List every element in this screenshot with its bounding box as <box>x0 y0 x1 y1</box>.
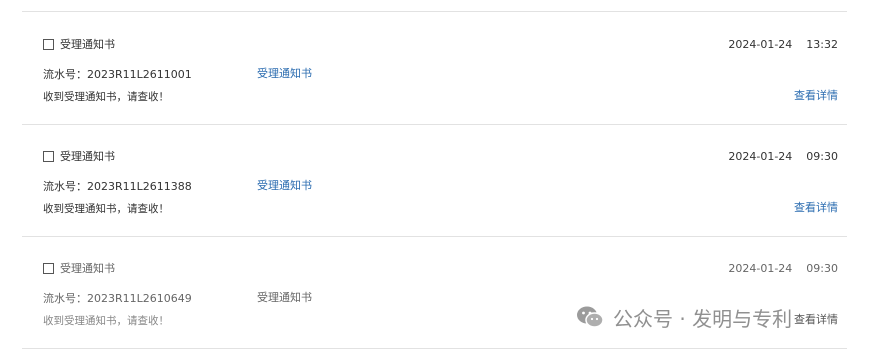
item-header: 受理通知书 <box>43 36 115 52</box>
notice-date: 2024-01-24 <box>728 150 793 163</box>
serial-label: 流水号： <box>43 68 87 81</box>
notice-title: 受理通知书 <box>60 38 115 51</box>
serial-label: 流水号： <box>43 180 87 193</box>
view-details-link[interactable]: 查看详情 <box>794 87 838 103</box>
notice-datetime: 2024-01-24 09:30 <box>728 150 838 163</box>
notice-title: 受理通知书 <box>60 262 115 275</box>
wechat-icon <box>577 306 604 328</box>
select-checkbox[interactable] <box>43 150 54 162</box>
notice-time: 09:30 <box>806 150 838 163</box>
notice-type-link[interactable]: 受理通知书 <box>257 65 312 81</box>
notice-datetime: 2024-01-24 09:30 <box>728 262 838 275</box>
view-details-link[interactable]: 查看详情 <box>794 199 838 215</box>
serial-row: 流水号：2023R11L2611388 <box>43 175 192 194</box>
serial-row: 流水号：2023R11L2611001 <box>43 63 192 82</box>
notice-message: 收到受理通知书，请查收！ <box>43 91 169 103</box>
list-item: 受理通知书 2024-01-24 13:32 流水号：2023R11L26110… <box>22 12 847 124</box>
select-checkbox[interactable] <box>43 262 54 274</box>
serial-label: 流水号： <box>43 292 87 305</box>
divider <box>22 348 847 349</box>
watermark-text: 公众号 · 发明与专利 <box>613 306 793 331</box>
notice-type-link[interactable]: 受理通知书 <box>257 177 312 193</box>
serial-number: 2023R11L2611388 <box>87 180 192 193</box>
notice-datetime: 2024-01-24 13:32 <box>728 38 838 51</box>
notice-date: 2024-01-24 <box>728 38 793 51</box>
notice-date: 2024-01-24 <box>728 262 793 275</box>
watermark: 公众号 · 发明与专利 <box>575 302 792 332</box>
serial-number: 2023R11L2610649 <box>87 292 192 305</box>
list-item: 受理通知书 2024-01-24 09:30 流水号：2023R11L26113… <box>22 124 847 236</box>
notice-time: 13:32 <box>806 38 838 51</box>
notice-type-link[interactable]: 受理通知书 <box>257 289 312 305</box>
notice-title: 受理通知书 <box>60 150 115 163</box>
notice-time: 09:30 <box>806 262 838 275</box>
view-details-link[interactable]: 查看详情 <box>794 311 838 327</box>
item-header: 受理通知书 <box>43 148 115 164</box>
serial-row: 流水号：2023R11L2610649 <box>43 287 192 306</box>
notice-message: 收到受理通知书，请查收！ <box>43 203 169 215</box>
serial-number: 2023R11L2611001 <box>87 68 192 81</box>
item-header: 受理通知书 <box>43 260 115 276</box>
notice-message: 收到受理通知书，请查收！ <box>43 315 169 327</box>
select-checkbox[interactable] <box>43 38 54 50</box>
